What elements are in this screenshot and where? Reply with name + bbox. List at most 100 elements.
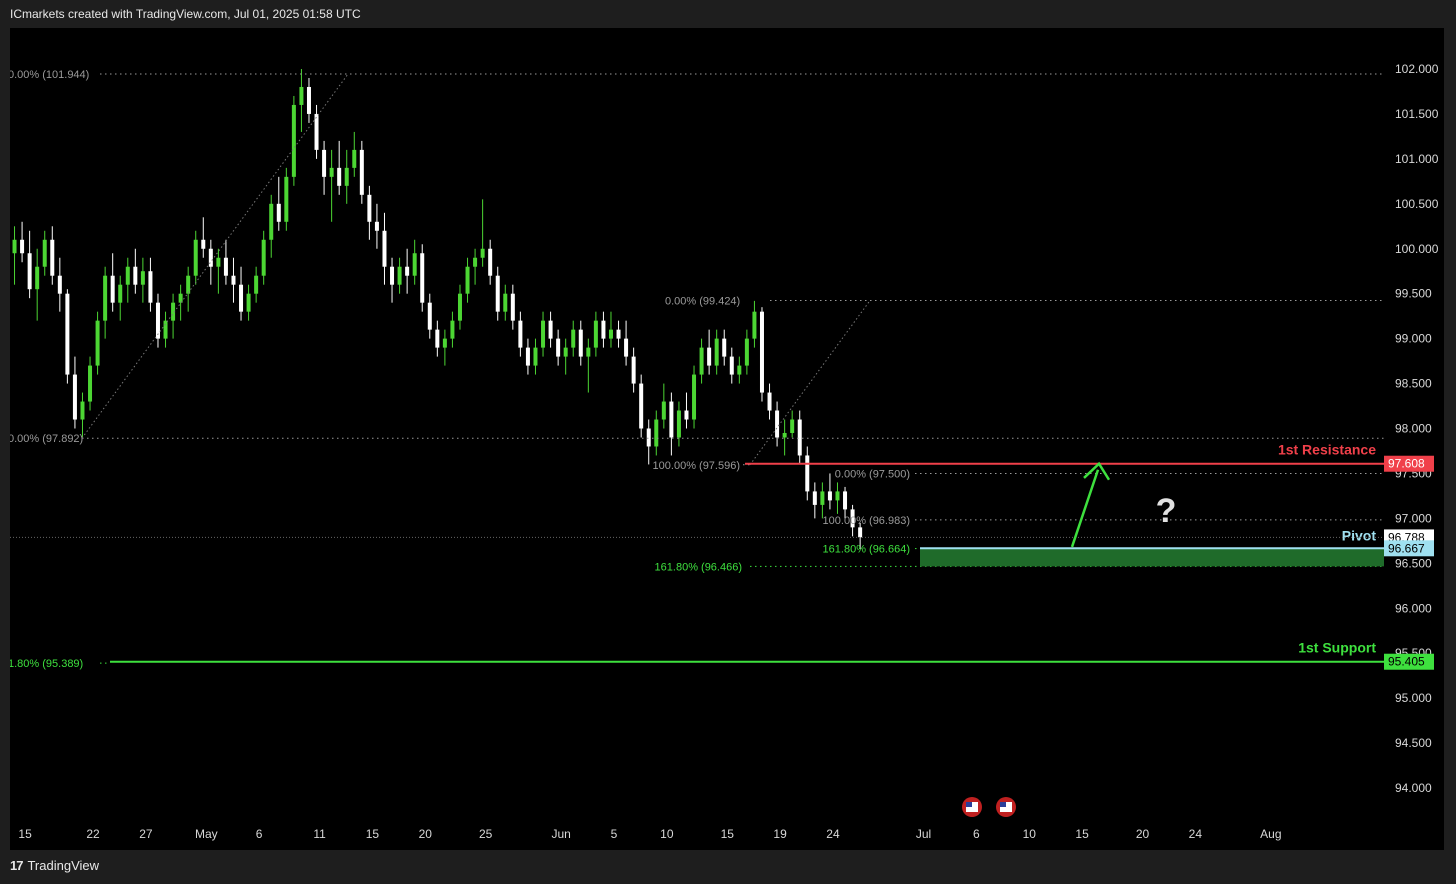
footer-brand: TradingView xyxy=(27,858,100,873)
candle-body xyxy=(133,266,138,285)
candle-body xyxy=(556,338,561,357)
y-axis-tick-label: 94.000 xyxy=(1395,781,1432,795)
candle-body xyxy=(843,491,848,510)
candle-body xyxy=(57,275,62,294)
x-axis-tick-label: 19 xyxy=(773,827,787,841)
chart-frame[interactable]: 0.00% (101.944) 0.00% (97.892) 0.00% (99.4… xyxy=(10,28,1444,850)
y-axis-tick-label: 99.000 xyxy=(1395,332,1432,346)
candle-body xyxy=(692,374,697,420)
candle-body xyxy=(397,266,402,285)
y-axis-tick-label: 102.000 xyxy=(1395,62,1439,76)
price-chart[interactable]: 0.00% (101.944) 0.00% (97.892) 0.00% (99.4… xyxy=(10,28,1444,850)
candle-body xyxy=(737,365,742,375)
x-axis-tick-label: 11 xyxy=(313,827,326,841)
pivot-zone xyxy=(920,548,1384,567)
candle-body xyxy=(216,257,221,267)
x-axis-tick-label: Jun xyxy=(551,827,570,841)
candle-body xyxy=(465,266,470,294)
candle-body xyxy=(27,253,32,290)
projection-arrow xyxy=(1070,469,1100,548)
candle-body xyxy=(631,356,636,384)
candle-body xyxy=(699,347,704,375)
candle-body xyxy=(186,275,191,294)
x-axis-tick-label: 20 xyxy=(1136,827,1150,841)
candle-body xyxy=(254,275,259,294)
candle-body xyxy=(88,365,93,402)
candle-body xyxy=(858,527,863,538)
candle-body xyxy=(201,239,206,249)
candle-body xyxy=(35,266,40,290)
candle-body xyxy=(790,419,795,433)
candle-body xyxy=(148,271,153,303)
y-axis-tick-label: 97.000 xyxy=(1395,511,1432,525)
y-axis-tick-label: 95.000 xyxy=(1395,691,1432,705)
x-axis-tick-label: 25 xyxy=(479,827,493,841)
fib-level-label: 100.00% (97.596) xyxy=(653,460,740,472)
candle-body xyxy=(359,149,364,195)
y-axis-tick-label: 100.500 xyxy=(1395,197,1439,211)
y-axis-tick-label: 100.000 xyxy=(1395,242,1439,256)
candle-body xyxy=(95,320,100,366)
candle-body xyxy=(80,401,85,420)
candle-body xyxy=(155,302,160,339)
candle-body xyxy=(775,410,780,438)
x-axis-tick-label: 5 xyxy=(611,827,618,841)
candle-body xyxy=(797,419,802,456)
candle-body xyxy=(163,320,168,339)
fib-level-label: 161.80% (96.466) xyxy=(655,561,742,573)
x-axis-tick-label: 6 xyxy=(256,827,263,841)
candle-body xyxy=(322,149,327,177)
y-axis-tick-label: 96.500 xyxy=(1395,556,1432,570)
y-axis-tick-label: 98.000 xyxy=(1395,422,1432,436)
candle-body xyxy=(624,338,629,357)
fib-level-label: 0.00% (101.944) xyxy=(10,69,89,81)
candle-body xyxy=(639,383,644,429)
candle-body xyxy=(752,311,757,339)
candle-body xyxy=(812,491,817,505)
candle-body xyxy=(827,491,832,501)
y-axis-tick-label: 99.500 xyxy=(1395,287,1432,301)
candle-body xyxy=(548,320,553,339)
x-axis-tick-label: 24 xyxy=(826,827,840,841)
candle-body xyxy=(661,401,666,420)
candle-body xyxy=(72,374,77,420)
candle-body xyxy=(276,203,281,222)
fib-trend-line xyxy=(749,300,871,466)
candle-body xyxy=(729,356,734,375)
candle-body xyxy=(299,86,304,105)
resistance-label: 1st Resistance xyxy=(1278,442,1376,458)
candle-body xyxy=(571,329,576,348)
fib-level-label: 1.80% (95.389) xyxy=(10,658,83,670)
x-axis-tick-label: Jul xyxy=(916,827,931,841)
x-axis-tick-label: 22 xyxy=(86,827,100,841)
candle-body xyxy=(525,347,530,366)
candle-body xyxy=(510,293,515,321)
candle-body xyxy=(616,329,621,339)
candle-body xyxy=(518,320,523,348)
pivot-price-tag: 96.667 xyxy=(1388,541,1425,555)
candle-body xyxy=(125,266,130,285)
x-axis-tick-label: 15 xyxy=(1075,827,1089,841)
support-label: 1st Support xyxy=(1298,640,1376,656)
candle-body xyxy=(608,329,613,339)
candle-body xyxy=(669,401,674,438)
candle-body xyxy=(495,275,500,312)
candle-body xyxy=(110,275,115,303)
candle-body xyxy=(284,176,289,222)
candle-body xyxy=(246,293,251,312)
candle-body xyxy=(563,347,568,357)
candle-body xyxy=(352,149,357,168)
candle-body xyxy=(473,257,478,267)
pivot-label: Pivot xyxy=(1342,527,1377,543)
candle-body xyxy=(261,239,266,276)
candle-body xyxy=(782,432,787,438)
candle-body xyxy=(578,329,583,357)
x-axis-tick-label: May xyxy=(195,827,218,841)
candle-body xyxy=(541,320,546,348)
resistance-price-tag: 97.608 xyxy=(1388,457,1425,471)
candle-body xyxy=(208,248,213,267)
candle-body xyxy=(103,275,108,321)
candle-body xyxy=(344,167,349,186)
candle-body xyxy=(420,253,425,303)
candle-body xyxy=(488,248,493,276)
